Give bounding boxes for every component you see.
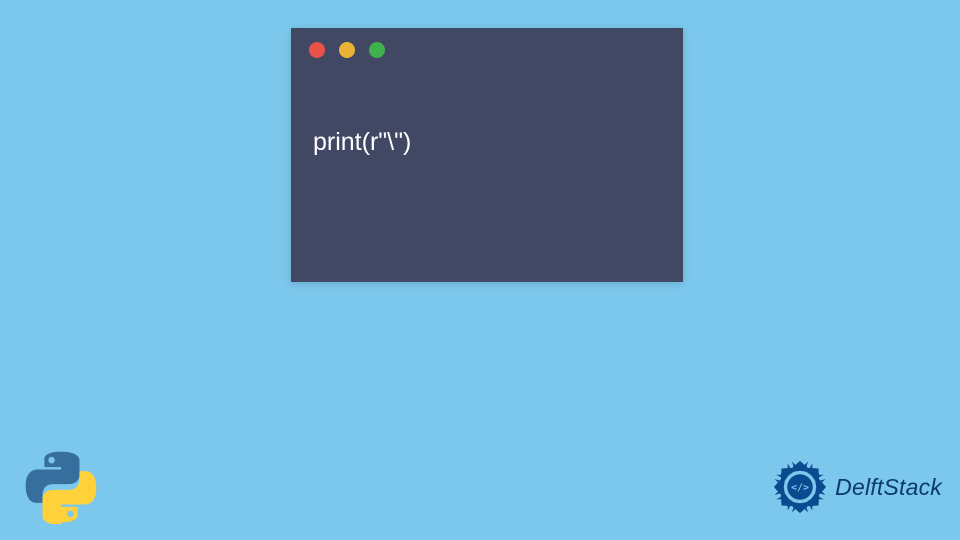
code-window: print(r"\") bbox=[291, 28, 683, 282]
close-icon bbox=[309, 42, 325, 58]
window-titlebar bbox=[291, 28, 683, 72]
python-logo-icon bbox=[24, 450, 98, 524]
delftstack-badge-icon: </> bbox=[771, 458, 829, 516]
maximize-icon bbox=[369, 42, 385, 58]
brand-area: </> DelftStack bbox=[771, 458, 942, 516]
code-line: print(r"\") bbox=[313, 128, 683, 157]
code-area: print(r"\") bbox=[291, 72, 683, 157]
brand-name: DelftStack bbox=[835, 474, 942, 501]
minimize-icon bbox=[339, 42, 355, 58]
svg-text:</>: </> bbox=[791, 482, 809, 493]
